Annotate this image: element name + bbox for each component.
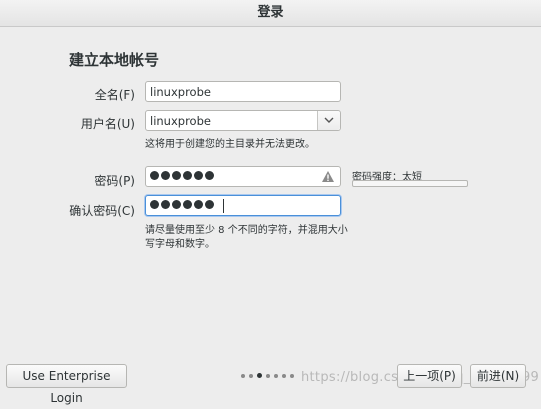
page-dot <box>290 373 294 378</box>
text-caret <box>223 199 224 213</box>
mask-dot <box>161 200 170 209</box>
mask-dot <box>150 171 159 180</box>
page-title: 建立本地帐号 <box>69 51 160 69</box>
mask-dot <box>194 171 203 180</box>
next-button[interactable]: 前进(N) <box>470 364 526 388</box>
mask-dot <box>150 200 159 209</box>
confirm-password-mask <box>150 200 214 209</box>
page-dot <box>249 373 253 378</box>
fullname-label: 全名(F) <box>94 88 135 102</box>
page-dot <box>241 373 245 378</box>
username-dropdown-button[interactable] <box>317 111 340 130</box>
page-dot <box>257 373 262 378</box>
confirm-password-field[interactable] <box>145 195 341 216</box>
mask-dot <box>161 171 170 180</box>
page-dot <box>282 373 286 378</box>
mask-dot <box>183 171 192 180</box>
mask-dot <box>183 200 192 209</box>
password-label: 密码(P) <box>94 174 135 188</box>
username-hint: 这将用于创建您的主目录并无法更改。 <box>145 139 315 150</box>
mask-dot <box>172 200 181 209</box>
fullname-value: linuxprobe <box>150 85 211 99</box>
mask-dot <box>194 200 203 209</box>
account-form-page: 建立本地帐号 全名(F) linuxprobe 用户名(U) linuxprob… <box>0 27 541 405</box>
warning-icon <box>321 170 335 186</box>
window-title: 登录 <box>257 5 284 20</box>
mask-dot <box>205 171 214 180</box>
page-dot <box>266 373 270 378</box>
previous-button[interactable]: 上一项(P) <box>397 364 462 388</box>
username-label: 用户名(U) <box>80 117 135 131</box>
mask-dot <box>172 171 181 180</box>
window-titlebar: 登录 <box>0 0 541 27</box>
chevron-down-icon <box>324 117 334 123</box>
fullname-field[interactable]: linuxprobe <box>145 81 341 102</box>
password-field[interactable] <box>145 166 341 187</box>
password-hint-line-2: 写字母和数字。 <box>145 239 215 250</box>
enterprise-login-button[interactable]: Use Enterprise Login <box>6 364 127 405</box>
mask-dot <box>205 200 214 209</box>
password-hint-line-1: 请尽量使用至少 8 个不同的字符，并混用大小 <box>145 225 348 236</box>
username-combo[interactable]: linuxprobe <box>145 110 341 131</box>
password-strength-bar <box>352 180 468 187</box>
username-value: linuxprobe <box>150 114 211 128</box>
password-mask <box>150 171 214 180</box>
page-dot <box>274 373 278 378</box>
page-indicator <box>241 373 294 378</box>
confirm-password-label: 确认密码(C) <box>69 204 135 218</box>
